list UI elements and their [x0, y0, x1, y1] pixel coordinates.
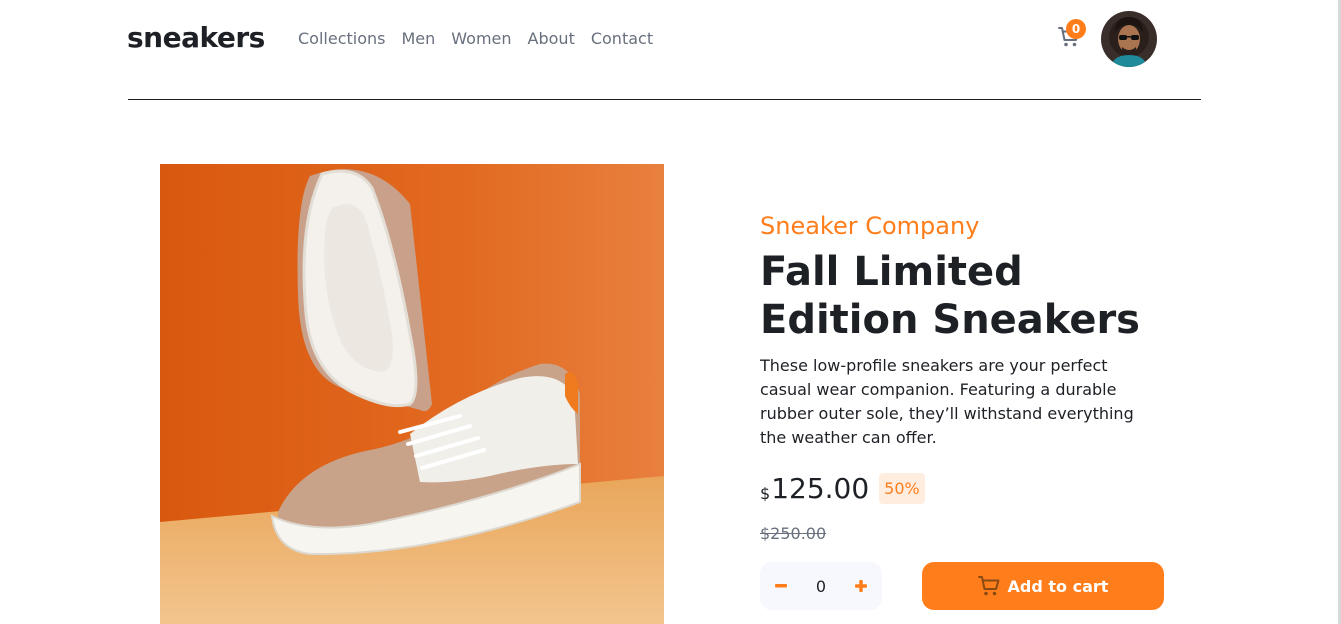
nav-link-women[interactable]: Women [451, 28, 511, 50]
quantity-stepper: 0 [760, 562, 882, 610]
add-to-cart-label: Add to cart [1007, 576, 1109, 596]
original-price: $250.00 [760, 524, 827, 543]
product-title: Fall Limited Edition Sneakers [760, 249, 1140, 343]
avatar[interactable] [1101, 11, 1157, 67]
cart-count-badge: 0 [1066, 19, 1086, 39]
main-nav: Collections Men Women About Contact [298, 28, 653, 50]
avatar-image [1101, 11, 1157, 67]
nav-link-collections[interactable]: Collections [298, 28, 385, 50]
product-description: These low-profile sneakers are your perf… [760, 356, 1134, 447]
add-to-cart-button[interactable]: Add to cart [922, 562, 1164, 610]
sneaker-photo [160, 164, 664, 624]
discount-badge: 50% [879, 473, 925, 504]
cart-icon [977, 576, 1000, 596]
increment-button[interactable] [852, 577, 870, 595]
plus-icon [855, 580, 867, 592]
currency-symbol: $ [760, 484, 771, 503]
header-divider [128, 99, 1201, 100]
logo[interactable]: sneakers [127, 20, 265, 56]
minus-icon [775, 584, 787, 588]
current-price: 125.00 [771, 472, 870, 505]
product-image[interactable] [160, 164, 664, 624]
nav-link-men[interactable]: Men [401, 28, 435, 50]
decrement-button[interactable] [772, 577, 790, 595]
quantity-value: 0 [815, 576, 827, 596]
price-row: $ 125.00 50% [760, 472, 925, 505]
company-name: Sneaker Company [760, 212, 980, 240]
nav-link-about[interactable]: About [528, 28, 575, 50]
nav-link-contact[interactable]: Contact [591, 28, 653, 50]
